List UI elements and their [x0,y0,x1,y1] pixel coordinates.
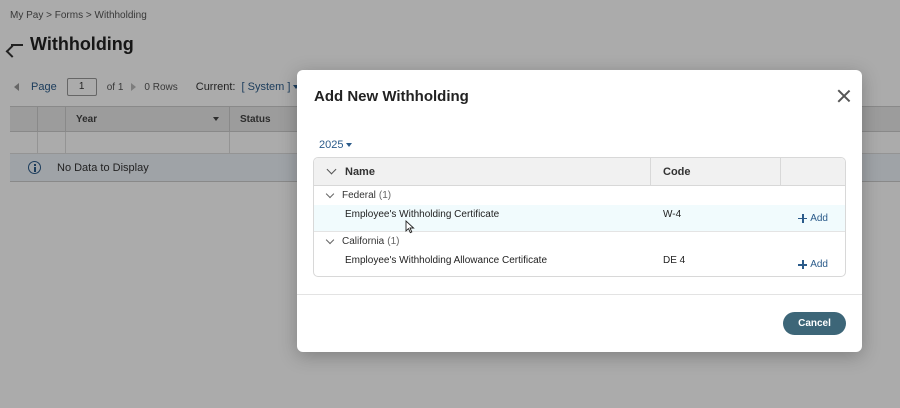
collapse-all-icon[interactable] [326,164,337,175]
chevron-down-icon[interactable] [325,235,335,245]
group-name: Federal [342,190,376,201]
group-row-federal[interactable]: Federal (1) [314,186,845,205]
column-header-code[interactable]: Code [651,158,781,185]
column-header-label: Name [345,165,375,178]
table-row[interactable]: Employee's Withholding Certificate W-4 A… [314,205,845,232]
cancel-button[interactable]: Cancel [783,312,846,335]
form-code: DE 4 [663,255,686,266]
row-actions: Add [781,259,845,270]
table-header: Name Code [314,158,845,186]
form-code: W-4 [663,209,682,220]
group-count: (1) [387,236,400,247]
close-icon[interactable] [837,89,851,103]
chevron-down-icon[interactable] [325,189,335,199]
column-header-label: Code [663,165,691,178]
dialog-divider [297,294,862,295]
add-label: Add [810,212,828,224]
group-count: (1) [378,190,392,201]
year-dropdown[interactable]: 2025 [319,139,353,151]
plus-icon [798,260,808,269]
plus-icon [798,213,808,223]
dialog-title: Add New Withholding [314,88,469,105]
chevron-down-icon [346,143,353,147]
add-withholding-dialog: Add New Withholding 2025 Name Code Feder… [297,70,862,352]
group-row-california[interactable]: California (1) [314,232,845,251]
row-actions: Add [781,213,845,224]
year-value: 2025 [319,139,344,151]
table-row[interactable]: Employee's Withholding Allowance Certifi… [314,251,845,276]
column-header-actions [781,158,845,185]
form-name: Employee's Withholding Allowance Certifi… [345,255,548,266]
add-label: Add [810,259,828,270]
group-name: California [342,236,385,247]
withholding-forms-table: Name Code Federal (1) Employee's Withhol… [313,157,846,277]
column-header-name[interactable]: Name [314,158,651,185]
add-de4-button[interactable]: Add [798,259,828,270]
mouse-cursor-icon [405,220,415,234]
add-w4-button[interactable]: Add [798,213,828,224]
form-name: Employee's Withholding Certificate [345,209,500,220]
